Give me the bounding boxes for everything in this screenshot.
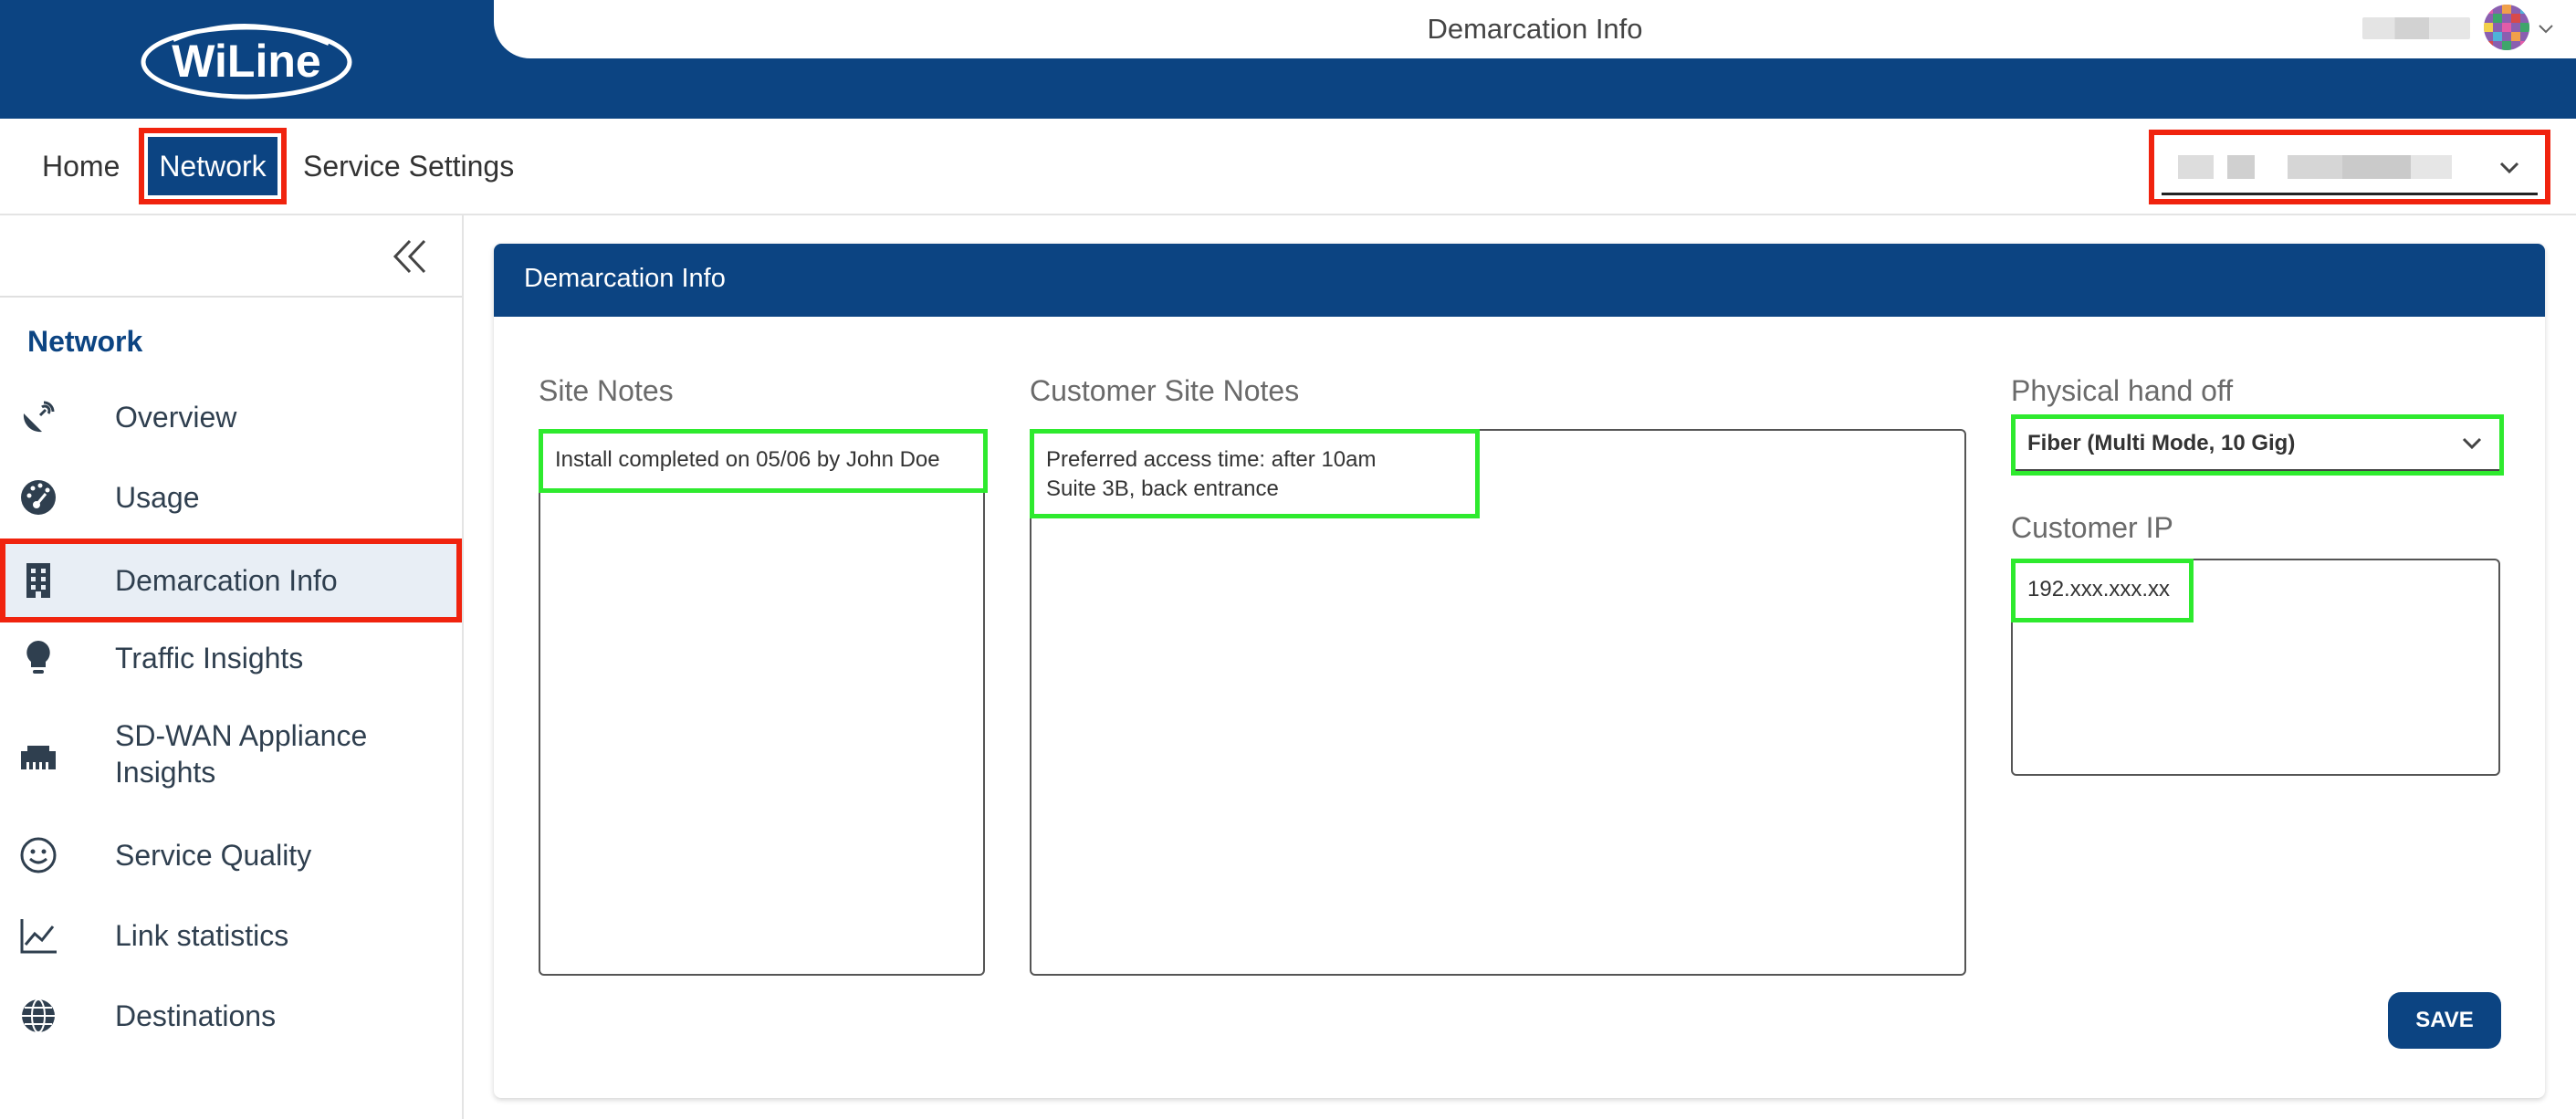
double-chevron-left-icon[interactable] xyxy=(388,234,434,279)
site-name-redacted xyxy=(2178,155,2452,179)
title-bar: Demarcation Info xyxy=(494,0,2576,58)
sidebar-item-overview[interactable]: Overview xyxy=(0,394,462,440)
sidebar-item-usage[interactable]: Usage xyxy=(0,475,462,520)
sidebar-item-traffic-insights[interactable]: Traffic Insights xyxy=(0,635,462,681)
site-notes-text: Install completed on 05/06 by John Doe xyxy=(555,447,940,472)
sidebar-item-link-statistics[interactable]: Link statistics xyxy=(0,913,462,958)
logo-text: WiLine xyxy=(172,36,320,87)
divider xyxy=(0,296,462,298)
physical-handoff-label: Physical hand off xyxy=(2011,374,2234,407)
physical-handoff-highlight xyxy=(2011,414,2504,476)
account-name-redacted[interactable] xyxy=(2362,17,2470,39)
sidebar-item-destinations[interactable]: Destinations xyxy=(0,993,462,1039)
nav-network[interactable]: Network xyxy=(148,137,277,195)
sidebar-item-label: SD-WAN Appliance Insights xyxy=(115,719,368,789)
building-icon xyxy=(26,563,50,598)
save-button[interactable]: SAVE xyxy=(2388,992,2501,1049)
nav-service-settings[interactable]: Service Settings xyxy=(303,119,514,214)
customer-ip-text: 192.xxx.xxx.xx xyxy=(2027,577,2171,601)
sidebar-item-demarcation-info[interactable]: Demarcation Info xyxy=(0,539,462,622)
sidebar-item-service-quality[interactable]: Service Quality xyxy=(0,832,462,878)
sidebar: Network Overview Usage Demarcation Info … xyxy=(0,215,464,1119)
customer-site-notes-label: Customer Site Notes xyxy=(1030,374,1300,407)
sidebar-item-label: Service Quality xyxy=(115,839,312,872)
site-notes-textarea[interactable] xyxy=(539,429,985,976)
sidebar-item-label: Traffic Insights xyxy=(115,642,304,675)
card-title: Demarcation Info xyxy=(524,264,726,293)
chevron-down-icon[interactable] xyxy=(2535,17,2557,39)
customer-ip-label: Customer IP xyxy=(2011,511,2173,544)
gauge-icon xyxy=(21,480,56,515)
customer-site-notes-text: Preferred access time: after 10am Suite … xyxy=(1046,447,1377,501)
chevron-down-icon xyxy=(2499,162,2519,174)
lightbulb-icon xyxy=(26,641,50,674)
site-select[interactable] xyxy=(2162,139,2538,195)
wiline-logo[interactable]: WiLine xyxy=(137,16,356,100)
globe-icon xyxy=(22,999,55,1033)
sidebar-heading: Network xyxy=(27,325,143,358)
sidebar-item-label: Usage xyxy=(115,481,200,514)
page-title: Demarcation Info xyxy=(1427,13,1643,45)
line-chart-icon xyxy=(20,919,57,954)
sidebar-item-sd-wan-appliance-insights[interactable]: SD-WAN Appliance Insights xyxy=(0,716,462,798)
card-header: Demarcation Info xyxy=(494,244,2545,317)
site-notes-label: Site Notes xyxy=(539,374,674,407)
sidebar-item-label: Demarcation Info xyxy=(115,564,338,597)
top-bar: WiLine Demarcation Info xyxy=(0,0,2576,119)
sidebar-item-label: Overview xyxy=(115,401,237,434)
main-nav: Home Network Service Settings xyxy=(0,119,2576,215)
satellite-dish-icon xyxy=(23,401,55,433)
ethernet-port-icon xyxy=(21,746,56,769)
smiley-icon xyxy=(20,837,57,873)
nav-home[interactable]: Home xyxy=(42,119,120,214)
avatar[interactable] xyxy=(2484,5,2529,50)
sidebar-item-label: Destinations xyxy=(115,999,277,1032)
sidebar-item-label: Link statistics xyxy=(115,919,289,952)
